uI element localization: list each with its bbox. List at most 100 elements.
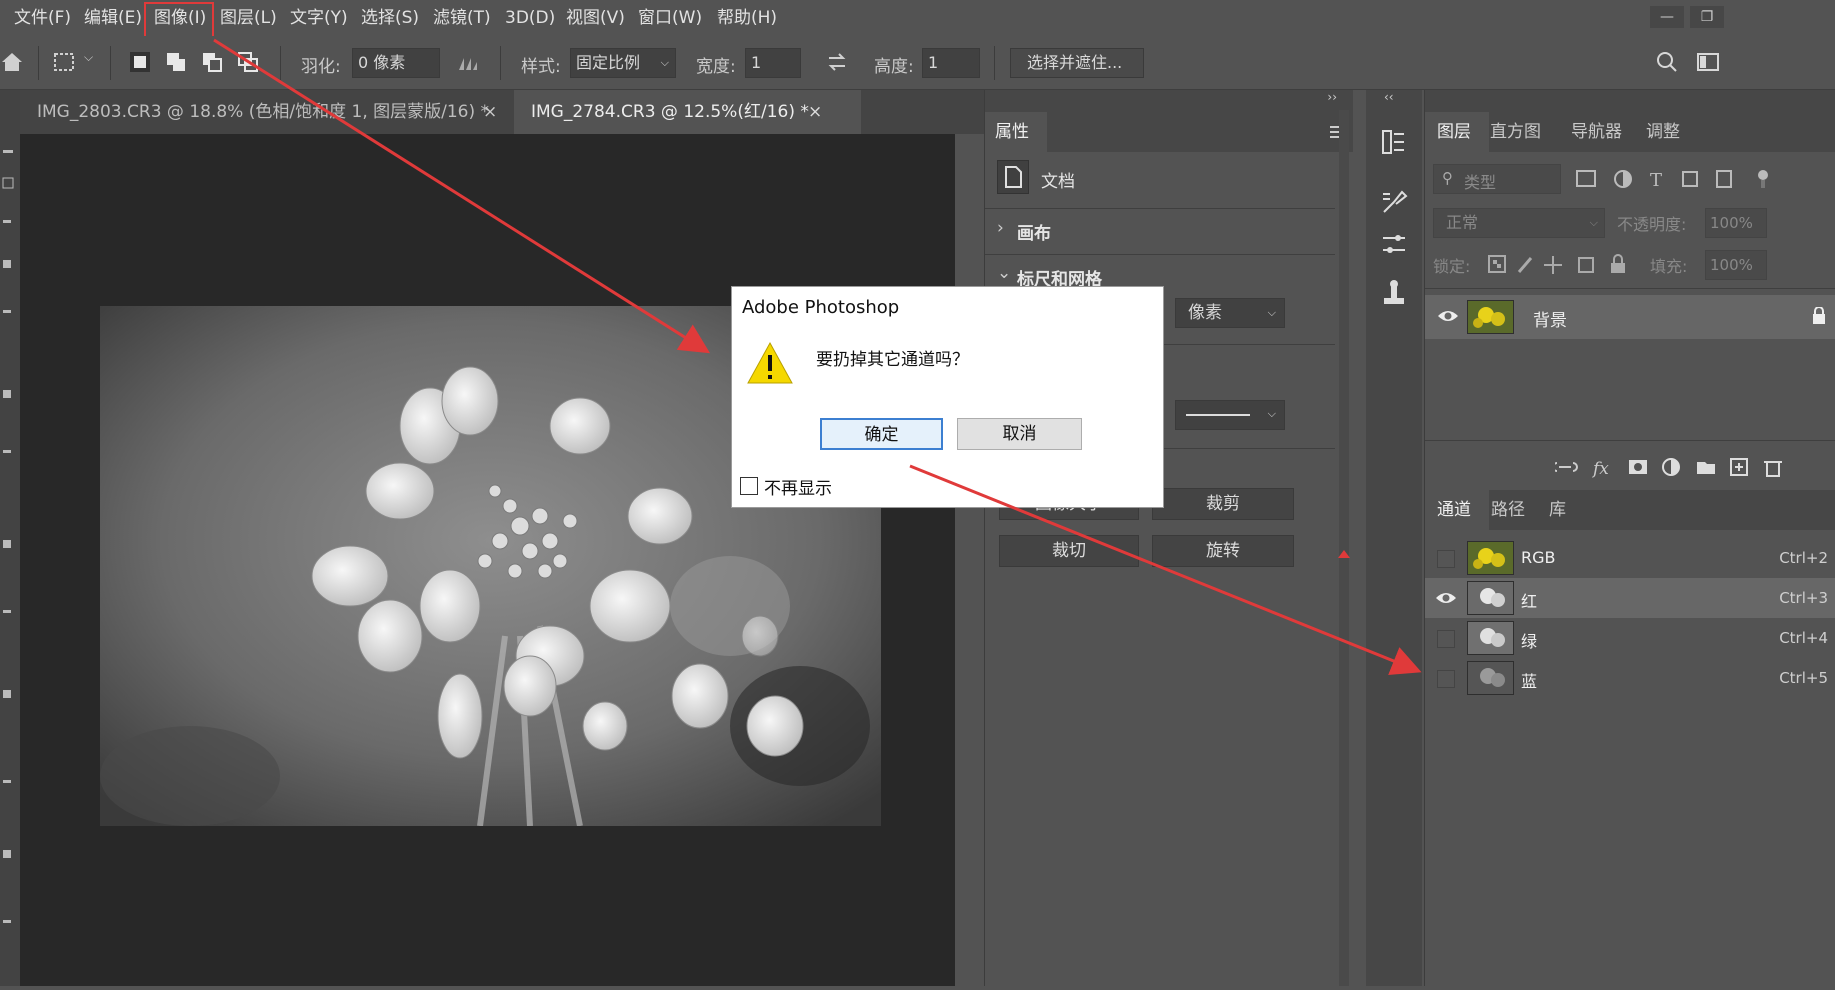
menu-filter[interactable]: 滤镜(T) — [433, 0, 491, 36]
style-select[interactable]: 固定比例 ⌵ — [570, 48, 676, 78]
expand-icon[interactable]: ‹‹ — [1384, 90, 1394, 104]
close-icon[interactable]: × — [483, 90, 497, 134]
new-selection-icon[interactable] — [128, 50, 152, 74]
select-and-mask-button[interactable]: 选择并遮住... — [1010, 48, 1144, 78]
cancel-button[interactable]: 取消 — [957, 418, 1082, 450]
channel-name: 绿 — [1521, 632, 1538, 651]
brush-settings-icon[interactable] — [1380, 188, 1408, 216]
document-icon — [997, 160, 1029, 194]
channel-row-blue[interactable]: 蓝 Ctrl+5 — [1425, 658, 1835, 698]
menu-edit[interactable]: 编辑(E) — [84, 0, 142, 36]
chevron-down-icon[interactable]: ⌵ — [84, 50, 93, 65]
tab-adjustments[interactable]: 调整 — [1646, 112, 1680, 152]
tab-layers[interactable]: 图层 — [1425, 112, 1489, 152]
properties-panel: ›› 属性 文档 › 画布 ⌄ 标尺和网格 像素 ⌵ ⌵ 图像大小 裁剪 裁切 … — [984, 90, 1353, 986]
eye-icon[interactable] — [1437, 309, 1459, 323]
tab-paths[interactable]: 路径 — [1491, 490, 1525, 530]
width-input[interactable]: 1 — [745, 48, 801, 78]
blend-mode-select[interactable]: 正常 ⌵ — [1433, 208, 1605, 238]
blend-mode-value: 正常 — [1446, 213, 1479, 232]
rotate-button[interactable]: 旋转 — [1152, 535, 1294, 567]
subtract-selection-icon[interactable] — [200, 50, 224, 74]
eye-icon[interactable] — [1435, 591, 1457, 605]
tab-navigator[interactable]: 导航器 — [1571, 112, 1622, 152]
clone-source-icon[interactable] — [1380, 278, 1408, 308]
menu-view[interactable]: 视图(V) — [566, 0, 625, 36]
chevron-down-icon: ⌵ — [1589, 216, 1598, 229]
layer-filter-icons[interactable]: T — [1575, 168, 1835, 190]
chevron-down-icon: ⌵ — [1267, 306, 1276, 319]
close-icon[interactable]: × — [808, 90, 822, 134]
menu-file[interactable]: 文件(F) — [14, 0, 71, 36]
filter-kind-select[interactable]: ⚲ 类型 — [1433, 164, 1561, 194]
layer-name[interactable]: 背景 — [1533, 306, 1567, 331]
tab-img-2784[interactable]: IMG_2784.CR3 @ 12.5%(红/16) * × — [514, 90, 861, 134]
workspace-icon[interactable] — [1696, 50, 1720, 74]
channel-thumbnail — [1467, 621, 1514, 655]
home-icon[interactable] — [0, 50, 24, 74]
channel-row-green[interactable]: 绿 Ctrl+4 — [1425, 618, 1835, 658]
menu-type[interactable]: 文字(Y) — [290, 0, 348, 36]
chevron-down-icon: ⌵ — [1267, 407, 1276, 420]
adjust-sliders-icon[interactable] — [1380, 230, 1408, 258]
channels-tab-bar: 通道 路径 库 — [1425, 490, 1835, 530]
menu-bar: 文件(F) 编辑(E) 图像(I) 图层(L) 文字(Y) 选择(S) 滤镜(T… — [0, 0, 1835, 40]
filter-placeholder: 类型 — [1464, 173, 1497, 192]
swap-icon[interactable] — [825, 50, 849, 74]
visibility-toggle[interactable] — [1437, 630, 1455, 648]
unit-select[interactable]: 像素 ⌵ — [1175, 298, 1285, 328]
channel-name: RGB — [1521, 548, 1556, 567]
toolbar-icons[interactable] — [0, 90, 20, 986]
add-selection-icon[interactable] — [164, 50, 188, 74]
opacity-input[interactable]: 100% — [1705, 208, 1767, 238]
document-label: 文档 — [1041, 172, 1075, 192]
chevron-right-icon[interactable]: › — [997, 218, 1004, 238]
minimize-icon[interactable]: — — [1650, 6, 1684, 28]
channel-shortcut: Ctrl+3 — [1779, 589, 1828, 607]
menu-window[interactable]: 窗口(W) — [638, 0, 702, 36]
collapse-icon[interactable]: ›› — [1327, 90, 1337, 104]
restore-icon[interactable]: ❐ — [1690, 6, 1724, 28]
channel-row-red[interactable]: 红 Ctrl+3 — [1425, 578, 1835, 618]
visibility-toggle[interactable] — [1437, 550, 1455, 568]
feather-label: 羽化: — [301, 57, 341, 77]
layer-actions-toolbar[interactable]: fx — [1555, 456, 1835, 478]
ok-button[interactable]: 确定 — [820, 418, 943, 450]
fill-input[interactable]: 100% — [1705, 250, 1767, 280]
tab-libraries[interactable]: 库 — [1549, 490, 1566, 530]
intersect-selection-icon[interactable] — [236, 50, 260, 74]
dont-show-again-checkbox[interactable] — [740, 477, 758, 495]
properties-scrollbar[interactable] — [1335, 110, 1353, 986]
menu-3d[interactable]: 3D(D) — [505, 0, 555, 36]
anti-alias-icon[interactable] — [456, 50, 480, 74]
tab-histogram[interactable]: 直方图 — [1490, 112, 1541, 152]
visibility-toggle[interactable] — [1437, 670, 1455, 688]
chevron-down-icon[interactable]: ⌄ — [997, 263, 1011, 283]
canvas-scrollbar[interactable] — [955, 134, 984, 986]
height-input[interactable]: 1 — [922, 48, 980, 78]
menu-select[interactable]: 选择(S) — [361, 0, 419, 36]
crop-button[interactable]: 裁剪 — [1152, 488, 1294, 520]
tab-channels[interactable]: 通道 — [1425, 490, 1489, 530]
menu-layer[interactable]: 图层(L) — [220, 0, 277, 36]
line-style-select[interactable]: ⌵ — [1175, 400, 1285, 430]
history-icon[interactable] — [1380, 128, 1408, 156]
search-icon[interactable] — [1655, 50, 1679, 74]
tab-properties[interactable]: 属性 — [985, 112, 1047, 152]
channel-row-rgb[interactable]: RGB Ctrl+2 — [1425, 538, 1835, 578]
lock-icons[interactable] — [1487, 254, 1633, 276]
lock-icon — [1813, 307, 1825, 324]
layer-row-background[interactable]: 背景 — [1425, 295, 1835, 339]
dialog-message: 要扔掉其它通道吗？ — [816, 350, 969, 370]
unit-value: 像素 — [1188, 303, 1222, 323]
layers-tab-bar: 图层 直方图 导航器 调整 — [1425, 112, 1835, 152]
marquee-tool-icon[interactable] — [52, 50, 76, 74]
menu-help[interactable]: 帮助(H) — [717, 0, 777, 36]
svg-text:T: T — [1650, 170, 1662, 190]
feather-input[interactable]: 0 像素 — [352, 48, 440, 78]
canvas-section-title[interactable]: 画布 — [1017, 219, 1051, 244]
tab-img-2803[interactable]: IMG_2803.CR3 @ 18.8% (色相/饱和度 1, 图层蒙版/16)… — [20, 90, 530, 134]
trim-button[interactable]: 裁切 — [999, 535, 1139, 567]
channel-thumbnail — [1467, 541, 1514, 575]
channel-shortcut: Ctrl+4 — [1779, 629, 1828, 647]
